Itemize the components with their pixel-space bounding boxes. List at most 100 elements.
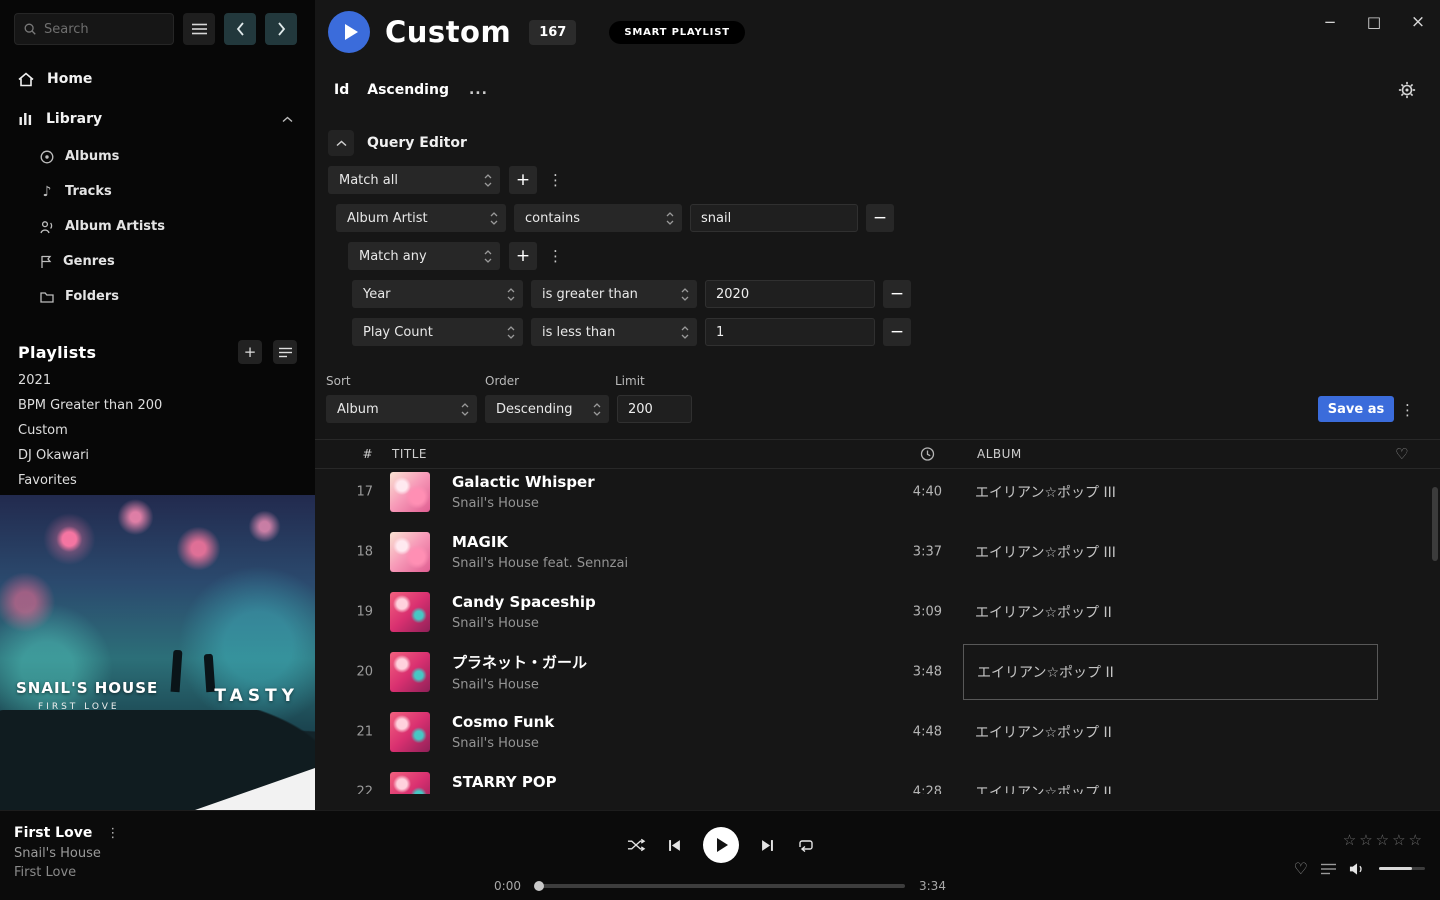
dropdown-value: Year xyxy=(363,287,391,302)
chevron-up-icon[interactable] xyxy=(282,116,293,123)
table-row[interactable]: 17 Galactic Whisper Snail's House 4:40 エ… xyxy=(315,469,1440,522)
column-album[interactable]: ALBUM xyxy=(977,447,1022,461)
rule-field-dropdown[interactable]: Album Artist xyxy=(336,204,506,232)
album-art-thumbnail xyxy=(390,652,430,692)
dropdown-value: is greater than xyxy=(542,287,638,302)
playlist-item[interactable]: Favorites xyxy=(0,468,315,493)
track-album: エイリアン☆ポップ III xyxy=(975,482,1116,502)
sidebar-item-tracks[interactable]: ♪ Tracks xyxy=(0,174,315,209)
previous-track-icon[interactable] xyxy=(668,839,681,852)
add-playlist-button[interactable]: + xyxy=(238,340,262,364)
now-playing-artwork[interactable]: SNAIL'S HOUSE FIRST LOVE TASTY xyxy=(0,495,315,810)
track-album: エイリアン☆ポップ II xyxy=(975,602,1112,622)
playlist-item[interactable]: BPM Greater than 200 xyxy=(0,393,315,418)
track-album-selected-cell[interactable]: エイリアン☆ポップ II xyxy=(963,644,1378,700)
list-icon xyxy=(279,347,292,358)
maximize-button[interactable]: □ xyxy=(1352,0,1396,44)
group-menu-icon[interactable]: ⋮ xyxy=(548,171,563,189)
repeat-icon[interactable] xyxy=(796,838,814,852)
playlist-label: DJ Okawari xyxy=(18,448,89,463)
duration-column-clock-icon[interactable] xyxy=(920,447,935,462)
playlists-title: Playlists xyxy=(18,343,96,362)
sort-dropdown[interactable]: Album xyxy=(326,395,477,423)
sidebar-item-home[interactable]: Home xyxy=(0,59,315,99)
column-index[interactable]: # xyxy=(345,447,373,461)
column-title[interactable]: TITLE xyxy=(392,447,427,461)
query-rule: Play Count is less than − xyxy=(352,318,1440,346)
volume-icon[interactable] xyxy=(1349,862,1366,876)
chevron-right-icon xyxy=(277,22,286,36)
queue-icon[interactable] xyxy=(1321,863,1336,875)
playlist-item[interactable]: DJ Okawari xyxy=(0,443,315,468)
sidebar-item-genres[interactable]: Genres xyxy=(0,244,315,279)
remove-rule-button[interactable]: − xyxy=(883,280,911,308)
shuffle-icon[interactable] xyxy=(627,838,646,852)
sidebar-item-label: Genres xyxy=(63,254,115,269)
track-duration: 4:48 xyxy=(877,725,942,740)
back-button[interactable] xyxy=(224,13,256,45)
track-number: 19 xyxy=(345,605,373,620)
collapse-query-editor-button[interactable] xyxy=(328,130,354,156)
remove-rule-button[interactable]: − xyxy=(883,318,911,346)
limit-input[interactable] xyxy=(617,395,692,423)
next-track-icon[interactable] xyxy=(761,839,774,852)
track-title: STARRY POP xyxy=(452,773,557,791)
rule-field-dropdown[interactable]: Play Count xyxy=(352,318,523,346)
now-playing-album: First Love xyxy=(14,865,119,880)
artwork-figure xyxy=(171,650,183,693)
match-mode-dropdown[interactable]: Match any xyxy=(348,242,500,270)
sort-field-button[interactable]: Id xyxy=(334,82,349,98)
settings-gear-icon[interactable] xyxy=(1398,81,1416,99)
table-row[interactable]: 18 MAGIK Snail's House feat. Sennzai 3:3… xyxy=(315,522,1440,582)
rule-operator-dropdown[interactable]: is greater than xyxy=(531,280,697,308)
search-input[interactable] xyxy=(44,22,154,37)
menu-button[interactable] xyxy=(183,13,215,45)
table-row[interactable]: 22 STARRY POP Snail's House 4:28 エイリアン☆ポ… xyxy=(315,762,1440,794)
playlist-item[interactable]: Custom xyxy=(0,418,315,443)
rule-value-input[interactable] xyxy=(705,280,875,308)
playlist-item[interactable]: 2021 xyxy=(0,368,315,393)
save-menu-icon[interactable]: ⋮ xyxy=(1400,401,1415,419)
volume-slider[interactable] xyxy=(1379,867,1425,870)
rule-operator-dropdown[interactable]: is less than xyxy=(531,318,697,346)
save-as-button[interactable]: Save as xyxy=(1318,396,1394,422)
rule-value-input[interactable] xyxy=(690,204,858,232)
favorite-heart-icon[interactable]: ♡ xyxy=(1294,859,1308,878)
add-rule-button[interactable]: + xyxy=(509,166,537,194)
close-button[interactable]: × xyxy=(1396,0,1440,44)
updown-chevrons-icon xyxy=(681,326,689,339)
table-row[interactable]: 20 プラネット・ガール Snail's House 3:48 エイリアン☆ポッ… xyxy=(315,642,1440,702)
play-pause-button[interactable] xyxy=(703,827,739,863)
search-box[interactable] xyxy=(14,13,174,45)
minimize-button[interactable]: − xyxy=(1308,0,1352,44)
order-dropdown[interactable]: Descending xyxy=(485,395,609,423)
remove-rule-button[interactable]: − xyxy=(866,204,894,232)
sort-direction-button[interactable]: Ascending xyxy=(367,82,449,98)
playlist-list-button[interactable] xyxy=(273,340,297,364)
seek-handle[interactable] xyxy=(534,881,544,891)
sidebar-item-albums[interactable]: Albums xyxy=(0,139,315,174)
group-menu-icon[interactable]: ⋮ xyxy=(548,247,563,265)
forward-button[interactable] xyxy=(265,13,297,45)
sidebar-item-album-artists[interactable]: Album Artists xyxy=(0,209,315,244)
favorite-column-heart-icon[interactable]: ♡ xyxy=(1395,445,1409,463)
add-rule-button[interactable]: + xyxy=(509,242,537,270)
sidebar-item-library[interactable]: Library xyxy=(0,99,315,139)
track-artist: Snail's House xyxy=(452,736,554,751)
rule-field-dropdown[interactable]: Year xyxy=(352,280,523,308)
sidebar-item-label: Library xyxy=(46,111,102,127)
rule-operator-dropdown[interactable]: contains xyxy=(514,204,682,232)
sidebar: Home Library Albums ♪ Tracks Album A xyxy=(0,0,315,810)
vertical-scrollbar[interactable] xyxy=(1432,487,1438,561)
play-playlist-button[interactable] xyxy=(328,11,370,53)
sidebar-item-folders[interactable]: Folders xyxy=(0,279,315,314)
table-row[interactable]: 19 Candy Spaceship Snail's House 3:09 エイ… xyxy=(315,582,1440,642)
more-options-button[interactable]: ... xyxy=(469,82,488,98)
table-row[interactable]: 21 Cosmo Funk Snail's House 4:48 エイリアン☆ポ… xyxy=(315,702,1440,762)
smart-playlist-badge: SMART PLAYLIST xyxy=(609,21,745,44)
rating-stars[interactable]: ☆☆☆☆☆ xyxy=(1343,831,1425,849)
seek-bar[interactable] xyxy=(535,884,905,888)
playlist-label: Favorites xyxy=(18,473,77,488)
rule-value-input[interactable] xyxy=(705,318,875,346)
match-mode-dropdown[interactable]: Match all xyxy=(328,166,500,194)
